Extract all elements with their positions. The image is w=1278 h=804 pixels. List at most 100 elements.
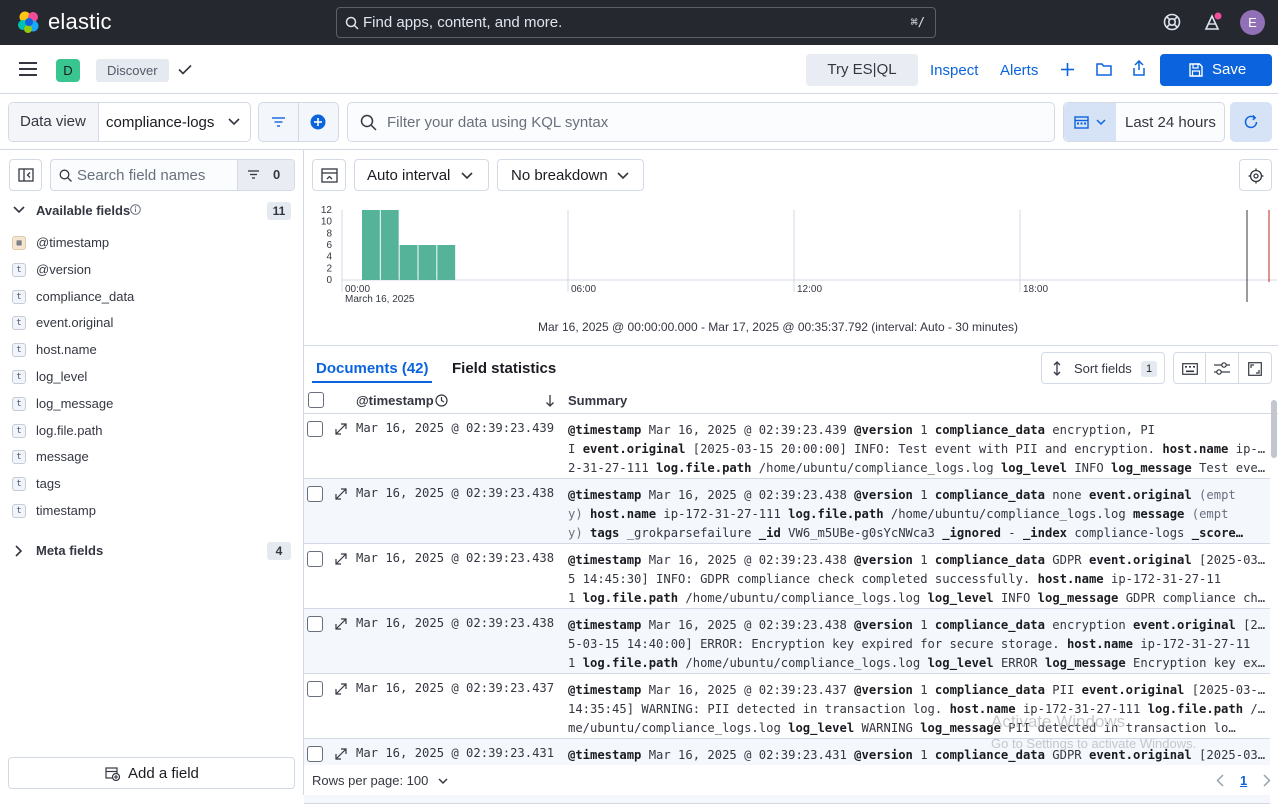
expand-document-icon[interactable]	[334, 682, 348, 696]
rows-per-page-label: Rows per page: 100	[312, 773, 429, 788]
row-checkbox[interactable]	[307, 551, 323, 567]
tab-selected-indicator	[312, 381, 432, 383]
row-checkbox[interactable]	[307, 746, 323, 762]
summary-field-value: [2025-03-15 20:00:00] INFO: Test event w…	[685, 442, 1163, 456]
row-checkbox[interactable]	[307, 486, 323, 502]
alerts-link[interactable]: Alerts	[1000, 62, 1038, 79]
info-icon[interactable]	[130, 204, 141, 215]
plus-icon[interactable]	[1061, 63, 1074, 76]
breadcrumb-discover[interactable]: Discover	[96, 59, 169, 82]
tab-documents[interactable]: Documents (42)	[316, 360, 429, 377]
field-name: compliance_data	[36, 288, 135, 304]
expand-document-icon[interactable]	[334, 487, 348, 501]
field-name: event.original	[36, 315, 114, 331]
table-row[interactable]: Mar 16, 2025 @ 02:39:23.438 @timestamp Ma…	[304, 479, 1270, 544]
select-all-checkbox[interactable]	[308, 392, 324, 408]
row-checkbox[interactable]	[307, 616, 323, 632]
table-row[interactable]: Mar 16, 2025 @ 02:39:23.439 @timestamp Ma…	[304, 414, 1270, 479]
chevron-down-icon[interactable]	[13, 206, 25, 214]
gear-icon	[1248, 168, 1264, 184]
fullscreen-icon	[1248, 362, 1262, 376]
column-header-timestamp[interactable]: @timestamp	[356, 393, 434, 408]
field-item[interactable]: t host.name	[12, 339, 292, 361]
field-search-input[interactable]: Search field names 0	[50, 159, 295, 191]
chevron-right-icon[interactable]	[15, 545, 23, 557]
rows-per-page-selector[interactable]: Rows per page: 100	[312, 773, 448, 788]
brand-name[interactable]: elastic	[48, 9, 112, 35]
summary-field-key: @version	[854, 748, 913, 762]
time-picker[interactable]: Last 24 hours	[1063, 102, 1225, 142]
summary-field-key: @version	[854, 488, 913, 502]
user-avatar[interactable]: E	[1240, 10, 1265, 35]
summary-field-value: [202	[1243, 618, 1266, 632]
global-search-input[interactable]: Find apps, content, and more. ⌘/	[336, 7, 936, 38]
sort-fields-button[interactable]: Sort fields 1	[1041, 352, 1165, 384]
table-footer	[304, 765, 1278, 795]
string-field-icon: t	[12, 450, 26, 465]
shortcut-hint: ⌘/	[910, 15, 925, 29]
histogram-chart[interactable]: 12108642000:00 06:00 12:00 18:00March 16, 2…	[312, 200, 1278, 310]
field-item[interactable]: t compliance_data	[12, 286, 292, 308]
field-item[interactable]: t log.file.path	[12, 420, 292, 442]
check-icon[interactable]	[178, 64, 192, 75]
open-folder-icon[interactable]	[1096, 62, 1112, 76]
help-icon[interactable]	[1162, 12, 1182, 32]
summary-field-value: I	[568, 442, 583, 456]
inspect-link[interactable]: Inspect	[930, 62, 978, 79]
field-item[interactable]: t log_level	[12, 366, 292, 388]
summary-field-key: host.name	[1066, 637, 1133, 651]
table-add-icon	[105, 767, 120, 781]
toggle-chart-button[interactable]	[312, 159, 346, 191]
chevron-right-icon[interactable]	[1263, 774, 1271, 787]
field-item[interactable]: t log_message	[12, 393, 292, 415]
available-fields-header[interactable]: Available fields	[36, 203, 130, 218]
elastic-logo-icon[interactable]	[16, 9, 42, 35]
space-avatar[interactable]: D	[56, 59, 80, 82]
display-settings-button[interactable]	[1206, 352, 1239, 384]
expand-document-icon[interactable]	[334, 617, 348, 631]
row-checkbox[interactable]	[307, 681, 323, 697]
interval-selector[interactable]: Auto interval	[354, 159, 489, 191]
fullscreen-button[interactable]	[1239, 352, 1272, 384]
x-tick-label: 12:00	[797, 284, 822, 295]
field-item[interactable]: t event.original	[12, 312, 292, 334]
refresh-button[interactable]	[1230, 102, 1272, 142]
field-item[interactable]: t tags	[12, 473, 292, 495]
filter-icon[interactable]	[272, 117, 285, 127]
field-item[interactable]: t message	[12, 446, 292, 468]
save-button[interactable]: Save	[1160, 54, 1272, 86]
table-row[interactable]: Mar 16, 2025 @ 02:39:23.438 @timestamp Ma…	[304, 544, 1270, 609]
field-type-filter-button[interactable]: 0	[237, 160, 294, 190]
row-checkbox[interactable]	[307, 421, 323, 437]
add-field-button[interactable]: Add a field	[8, 757, 295, 789]
field-item[interactable]: ▦ @timestamp	[12, 232, 292, 254]
column-header-summary[interactable]: Summary	[568, 393, 627, 408]
meta-fields-header[interactable]: Meta fields	[36, 543, 103, 558]
share-icon[interactable]	[1132, 60, 1146, 76]
summary-field-value: compliance-logs	[1067, 526, 1192, 540]
chevron-left-icon[interactable]	[1216, 774, 1224, 787]
collapse-sidebar-button[interactable]	[9, 159, 42, 191]
menu-icon[interactable]	[19, 62, 37, 76]
try-esql-button[interactable]: Try ES|QL	[806, 54, 918, 86]
kql-query-input[interactable]: Filter your data using KQL syntax	[347, 102, 1055, 142]
sort-descending-icon[interactable]	[545, 394, 555, 407]
summary-field-value: /home/ubuntu/compliance_logs.log	[883, 507, 1134, 521]
news-feed-icon[interactable]	[1202, 12, 1222, 32]
field-item[interactable]: t timestamp	[12, 500, 292, 522]
field-item[interactable]: t @version	[12, 259, 292, 281]
summary-field-value: 1	[568, 656, 583, 670]
add-filter-icon[interactable]	[310, 114, 326, 130]
expand-document-icon[interactable]	[334, 747, 348, 761]
keyboard-shortcuts-button[interactable]	[1173, 352, 1206, 384]
expand-document-icon[interactable]	[334, 422, 348, 436]
data-view-picker[interactable]: Data view compliance-logs	[8, 102, 251, 142]
page-1-button[interactable]: 1	[1240, 773, 1247, 788]
chart-options-button[interactable]	[1239, 159, 1272, 191]
tab-field-statistics[interactable]: Field statistics	[452, 360, 556, 377]
expand-document-icon[interactable]	[334, 552, 348, 566]
breakdown-selector[interactable]: No breakdown	[497, 159, 644, 191]
table-row[interactable]: Mar 16, 2025 @ 02:39:23.438 @timestamp Ma…	[304, 609, 1270, 674]
table-scrollbar[interactable]	[1271, 400, 1277, 458]
quick-menu-button[interactable]	[1064, 103, 1116, 141]
